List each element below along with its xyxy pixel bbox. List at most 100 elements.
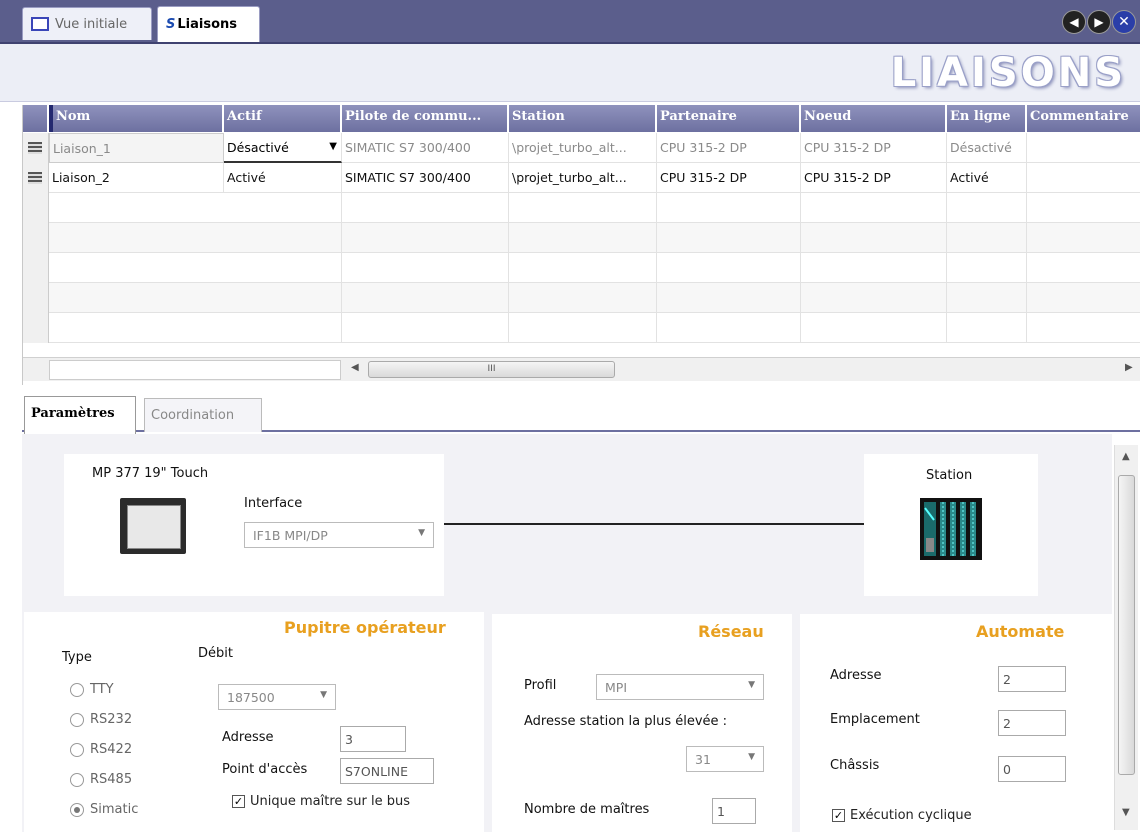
column-header-noeud[interactable]: Noeud [801,105,947,132]
cyclique-checkbox[interactable]: ✓ Exécution cyclique [832,808,972,823]
empty-cell[interactable] [509,193,657,223]
empty-cell[interactable] [657,313,801,343]
table-row-empty[interactable] [23,313,1140,343]
empty-cell[interactable] [801,283,947,313]
cell-station[interactable]: \projet_turbo_alt... [509,133,657,163]
scroll-left-icon[interactable]: ◀ [351,362,359,373]
empty-cell[interactable] [947,223,1027,253]
cell-en-ligne[interactable]: Désactivé [947,133,1027,163]
column-header-commentaire[interactable]: Commentaire [1027,105,1140,132]
cell-partenaire[interactable]: CPU 315-2 DP [657,163,801,193]
interface-select[interactable]: IF1B MPI/DP ▼ [244,522,434,548]
empty-cell[interactable] [342,223,509,253]
horizontal-scrollbar[interactable]: ◀ III ▶ [23,357,1140,381]
empty-cell[interactable] [224,313,342,343]
tab-vue-initiale[interactable]: Vue initiale [22,7,152,40]
column-header-actif[interactable]: Actif [224,105,342,132]
cell-commentaire[interactable] [1027,163,1140,193]
debit-select[interactable]: 187500 ▼ [218,684,336,710]
right-arrow-icon[interactable]: ▶ [1087,10,1111,34]
scroll-thumb[interactable]: III [368,361,615,378]
column-header-station[interactable]: Station [509,105,657,132]
empty-cell[interactable] [801,193,947,223]
profil-select[interactable]: MPI ▼ [596,674,764,700]
emplacement-input[interactable]: 2 [998,710,1066,736]
cell-pilote[interactable]: SIMATIC S7 300/400 [342,163,509,193]
adresse-max-select[interactable]: 31 ▼ [686,746,764,772]
row-selector[interactable] [23,253,49,283]
cell-partenaire[interactable]: CPU 315-2 DP [657,133,801,163]
table-row-empty[interactable] [23,223,1140,253]
cell-nom[interactable]: Liaison_2 [49,163,224,193]
unique-maitre-checkbox[interactable]: ✓ Unique maître sur le bus [232,794,410,809]
tab-parametres[interactable]: Paramètres [24,396,136,434]
tab-liaisons[interactable]: S Liaisons [157,6,260,42]
cell-commentaire[interactable] [1027,133,1140,163]
cell-actif[interactable]: Activé [224,163,342,193]
table-row-empty[interactable] [23,253,1140,283]
row-selector[interactable] [23,193,49,223]
empty-cell[interactable] [224,223,342,253]
empty-cell[interactable] [342,283,509,313]
plc-adresse-input[interactable]: 2 [998,666,1066,692]
cell-station[interactable]: \projet_turbo_alt... [509,163,657,193]
radio-rs485[interactable]: RS485 [70,772,132,787]
cell-noeud[interactable]: CPU 315-2 DP [801,133,947,163]
radio-rs422[interactable]: RS422 [70,742,132,757]
empty-cell[interactable] [801,313,947,343]
empty-cell[interactable] [509,223,657,253]
table-row-empty[interactable] [23,283,1140,313]
empty-cell[interactable] [224,193,342,223]
table-row[interactable]: Liaison_1 Désactivé ▼ SIMATIC S7 300/400… [23,133,1140,163]
frozen-column-scroll-area[interactable] [49,360,341,380]
cell-actif-dropdown[interactable]: Désactivé ▼ [224,133,342,163]
empty-cell[interactable] [657,253,801,283]
empty-cell[interactable] [947,253,1027,283]
cell-pilote[interactable]: SIMATIC S7 300/400 [342,133,509,163]
row-selector[interactable] [23,133,49,163]
empty-cell[interactable] [342,193,509,223]
radio-tty[interactable]: TTY [70,682,114,697]
row-selector[interactable] [23,283,49,313]
empty-cell[interactable] [657,193,801,223]
empty-cell[interactable] [657,283,801,313]
radio-rs232[interactable]: RS232 [70,712,132,727]
scroll-thumb[interactable] [1118,475,1135,775]
empty-cell[interactable] [342,253,509,283]
scroll-up-icon[interactable]: ▲ [1122,451,1130,462]
empty-cell[interactable] [947,193,1027,223]
cell-nom[interactable]: Liaison_1 [49,133,224,163]
empty-cell[interactable] [801,253,947,283]
empty-cell[interactable] [947,283,1027,313]
empty-cell[interactable] [224,283,342,313]
close-icon[interactable]: ✕ [1112,10,1136,34]
row-selector[interactable] [23,313,49,343]
column-header-nom[interactable]: Nom [49,105,224,132]
point-acces-input[interactable]: S7ONLINE [340,758,434,784]
table-row[interactable]: Liaison_2 Activé SIMATIC S7 300/400 \pro… [23,163,1140,193]
empty-cell[interactable] [509,253,657,283]
column-header-partenaire[interactable]: Partenaire [657,105,801,132]
scroll-right-icon[interactable]: ▶ [1125,362,1133,373]
empty-cell[interactable] [947,313,1027,343]
chassis-input[interactable]: 0 [998,756,1066,782]
empty-cell[interactable] [509,313,657,343]
left-arrow-icon[interactable]: ◀ [1062,10,1086,34]
empty-cell[interactable] [509,283,657,313]
scroll-down-icon[interactable]: ▼ [1122,807,1130,818]
vertical-scrollbar[interactable]: ▲ ▼ [1114,445,1138,830]
cell-noeud[interactable]: CPU 315-2 DP [801,163,947,193]
empty-cell[interactable] [342,313,509,343]
row-selector[interactable] [23,223,49,253]
empty-cell[interactable] [224,253,342,283]
chevron-down-icon[interactable]: ▼ [329,141,337,152]
adresse-input[interactable]: 3 [340,726,406,752]
tab-coordination[interactable]: Coordination [144,398,262,432]
table-row-empty[interactable] [23,193,1140,223]
cell-en-ligne[interactable]: Activé [947,163,1027,193]
empty-cell[interactable] [801,223,947,253]
column-header-en-ligne[interactable]: En ligne [947,105,1027,132]
column-header-pilote[interactable]: Pilote de commu... [342,105,509,132]
row-selector[interactable] [23,163,49,193]
radio-simatic[interactable]: Simatic [70,802,138,817]
